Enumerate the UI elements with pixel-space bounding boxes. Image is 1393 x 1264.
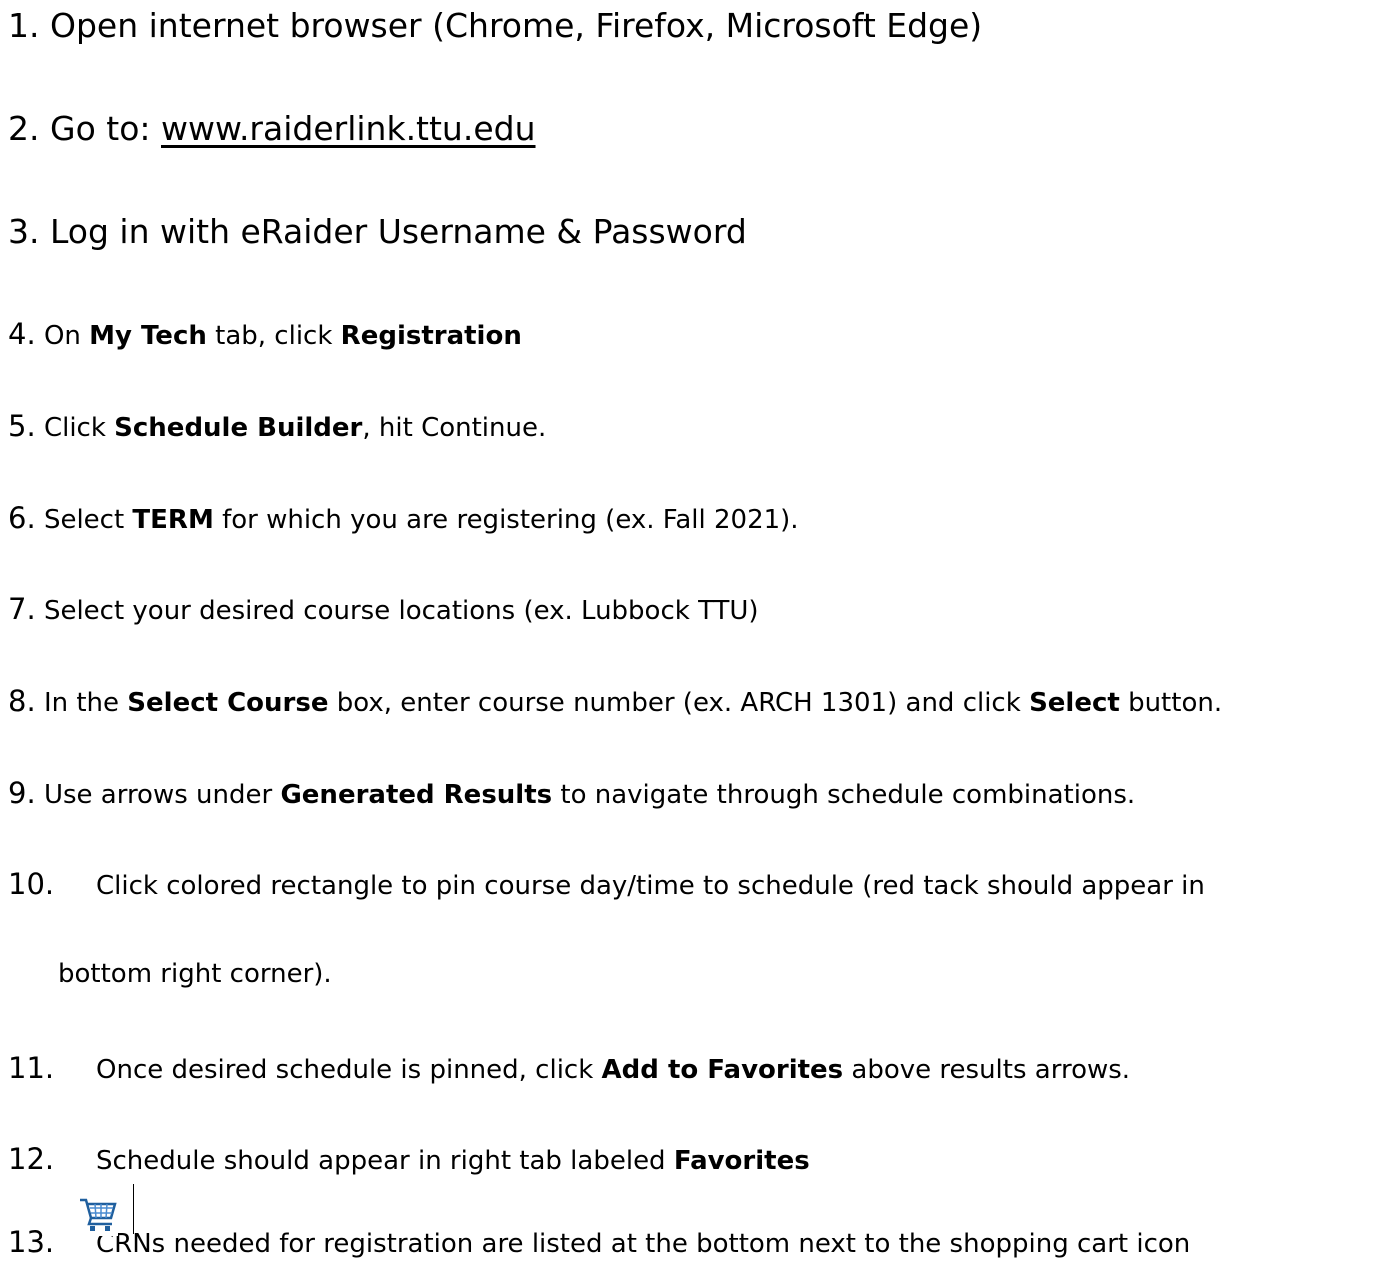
step-number: 10. [8,867,55,901]
raiderlink-link[interactable]: www.raiderlink.ttu.edu [161,109,536,148]
step-8: 8. In the Select Course box, enter cours… [8,684,1222,718]
step-bold: TERM [132,505,214,535]
step-bold: Select Course [127,688,329,718]
step-text: Click [43,413,115,443]
step-text: Go to: [50,109,161,148]
shopping-cart-icon [78,1194,118,1236]
step-text: box, enter course number (ex. ARCH 1301)… [328,688,1030,718]
step-10-continuation: bottom right corner). [58,959,332,989]
step-7: 7. Select your desired course locations … [8,592,759,626]
step-bold: My Tech [89,321,207,351]
step-text: In the [43,688,128,718]
step-bold: Schedule Builder [114,413,363,443]
cursor-line [133,1184,134,1234]
step-text: On [43,321,90,351]
step-number: 7. [8,592,36,626]
step-number: 12. [8,1142,55,1176]
step-number: 3. [8,212,40,251]
step-text: Select [43,505,133,535]
step-text: , hit Continue. [362,413,547,443]
step-text: Once desired schedule is pinned, click [96,1055,602,1085]
step-text: Select your desired course locations (ex… [43,596,759,626]
step-text: to navigate through schedule combination… [552,780,1136,810]
step-bold: Generated Results [280,780,553,810]
step-bold: Add to Favorites [601,1055,844,1085]
step-6: 6. Select TERM for which you are registe… [8,501,799,535]
step-text: Log in with eRaider Username & Password [50,212,747,251]
step-number: 9. [8,776,36,810]
step-text: above results arrows. [843,1055,1131,1085]
step-12: 12. Schedule should appear in right tab l… [8,1142,810,1176]
step-text: for which you are registering (ex. Fall … [213,505,799,535]
step-3: 3. Log in with eRaider Username & Passwo… [8,212,747,251]
step-text: Use arrows under [43,780,281,810]
step-text: button. [1119,688,1223,718]
step-11: 11. Once desired schedule is pinned, clic… [8,1051,1130,1085]
step-text: CRNs needed for registration are listed … [96,1229,1191,1259]
step-5: 5. Click Schedule Builder, hit Continue. [8,409,546,443]
step-number: 2. [8,109,40,148]
step-text: Click colored rectangle to pin course da… [96,871,1205,901]
step-number: 5. [8,409,36,443]
step-bold: Favorites [673,1146,810,1176]
step-number: 6. [8,501,36,535]
step-9: 9. Use arrows under Generated Results to… [8,776,1135,810]
step-number: 4. [8,317,36,351]
step-number: 8. [8,684,36,718]
step-bold: Registration [340,321,522,351]
step-2: 2. Go to: www.raiderlink.ttu.edu [8,109,536,148]
step-4: 4. On My Tech tab, click Registration [8,317,522,351]
step-number: 11. [8,1051,55,1085]
step-1: 1. Open internet browser (Chrome, Firefo… [8,6,982,45]
step-text: Schedule should appear in right tab labe… [96,1146,674,1176]
step-13: 13. CRNs needed for registration are list… [8,1225,1190,1259]
step-bold: Select [1029,688,1120,718]
step-text: Open internet browser (Chrome, Firefox, … [50,6,983,45]
step-text: tab, click [206,321,341,351]
step-number: 1. [8,6,40,45]
step-10: 10. Click colored rectangle to pin course… [8,867,1205,901]
